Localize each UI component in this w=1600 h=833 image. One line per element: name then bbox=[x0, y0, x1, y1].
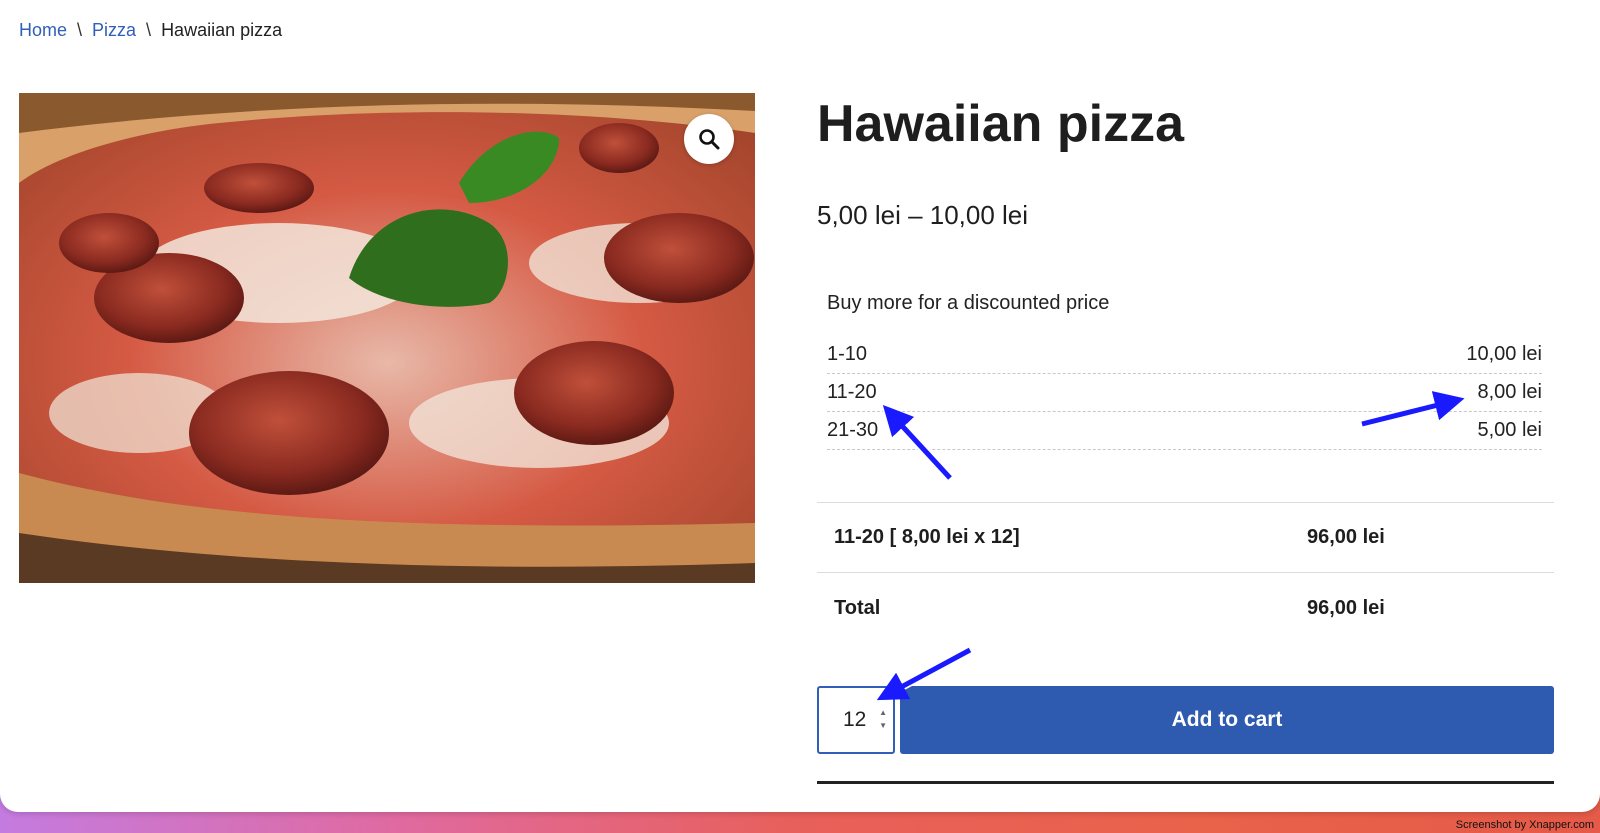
tier-row: 1-10 10,00 lei bbox=[827, 336, 1542, 374]
product-title: Hawaiian pizza bbox=[817, 95, 1184, 153]
breadcrumb: Home \ Pizza \ Hawaiian pizza bbox=[19, 20, 282, 41]
product-page: Home \ Pizza \ Hawaiian pizza Hawaiian p… bbox=[0, 0, 1600, 812]
calc-line-label: 11-20 [ 8,00 lei x 12] bbox=[834, 526, 1020, 548]
tier-range: 1-10 bbox=[827, 343, 868, 365]
pizza-illustration bbox=[19, 93, 755, 583]
discount-tier-table: 1-10 10,00 lei 11-20 8,00 lei 21-30 5,00… bbox=[827, 336, 1542, 450]
tier-row: 21-30 5,00 lei bbox=[827, 412, 1542, 450]
add-to-cart-button[interactable]: Add to cart bbox=[900, 686, 1554, 754]
price-calculation: 11-20 [ 8,00 lei x 12] 96,00 lei Total 9… bbox=[817, 502, 1554, 643]
calc-total-value: 96,00 lei bbox=[1307, 596, 1385, 619]
calc-line-value: 96,00 lei bbox=[1307, 526, 1385, 548]
calc-total-row: Total 96,00 lei bbox=[817, 573, 1554, 643]
breadcrumb-separator: \ bbox=[146, 20, 152, 40]
spin-up-icon[interactable]: ▲ bbox=[879, 708, 887, 718]
zoom-button[interactable] bbox=[684, 114, 734, 164]
tier-price: 5,00 lei bbox=[1477, 419, 1543, 441]
tier-range: 21-30 bbox=[827, 419, 879, 441]
tier-price: 8,00 lei bbox=[1477, 381, 1543, 403]
price-range: 5,00 lei – 10,00 lei bbox=[817, 200, 1029, 230]
discount-heading: Buy more for a discounted price bbox=[827, 292, 1110, 314]
tier-range: 11-20 bbox=[827, 381, 877, 403]
zoom-icon bbox=[699, 129, 720, 150]
quantity-stepper[interactable]: 12 ▲ ▼ bbox=[817, 686, 895, 754]
calc-total-label: Total bbox=[834, 596, 881, 619]
breadcrumb-current: Hawaiian pizza bbox=[161, 20, 283, 40]
divider bbox=[817, 781, 1554, 784]
tier-price: 10,00 lei bbox=[1466, 343, 1542, 365]
tier-row: 11-20 8,00 lei bbox=[827, 374, 1542, 412]
quantity-spinner[interactable]: ▲ ▼ bbox=[879, 708, 887, 731]
breadcrumb-separator: \ bbox=[77, 20, 83, 40]
calc-line-row: 11-20 [ 8,00 lei x 12] 96,00 lei bbox=[817, 503, 1554, 573]
watermark: Screenshot by Xnapper.com bbox=[1455, 819, 1594, 831]
product-image[interactable] bbox=[19, 93, 755, 583]
breadcrumb-home-link[interactable]: Home bbox=[19, 20, 67, 40]
quantity-value: 12 bbox=[843, 708, 867, 731]
spin-down-icon[interactable]: ▼ bbox=[879, 721, 887, 731]
breadcrumb-category-link[interactable]: Pizza bbox=[92, 20, 136, 40]
